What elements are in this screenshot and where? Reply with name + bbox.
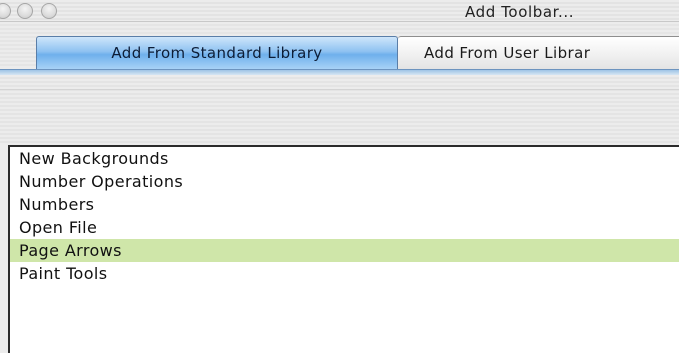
window-title: Add Toolbar... (465, 3, 575, 21)
list-item-open-file[interactable]: Open File (10, 216, 679, 239)
add-toolbar-window: Add Toolbar... Add From Standard Library… (0, 0, 679, 353)
title-bar[interactable]: Add Toolbar... (0, 0, 679, 22)
tab-add-from-user-library[interactable]: Add From User Librar (398, 36, 679, 69)
minimize-window-icon[interactable] (17, 3, 33, 19)
tab-add-from-standard-library[interactable]: Add From Standard Library (36, 36, 398, 69)
list-item-new-backgrounds[interactable]: New Backgrounds (10, 147, 679, 170)
toolbar-library-list[interactable]: New Backgrounds Number Operations Number… (8, 145, 679, 353)
tab-panel-body (0, 75, 679, 145)
divider (0, 89, 679, 90)
list-item-page-arrows[interactable]: Page Arrows (10, 239, 679, 262)
close-window-icon[interactable] (0, 3, 11, 19)
list-item-number-operations[interactable]: Number Operations (10, 170, 679, 193)
list-item-numbers[interactable]: Numbers (10, 193, 679, 216)
zoom-window-icon[interactable] (41, 3, 57, 19)
list-item-paint-tools[interactable]: Paint Tools (10, 262, 679, 285)
